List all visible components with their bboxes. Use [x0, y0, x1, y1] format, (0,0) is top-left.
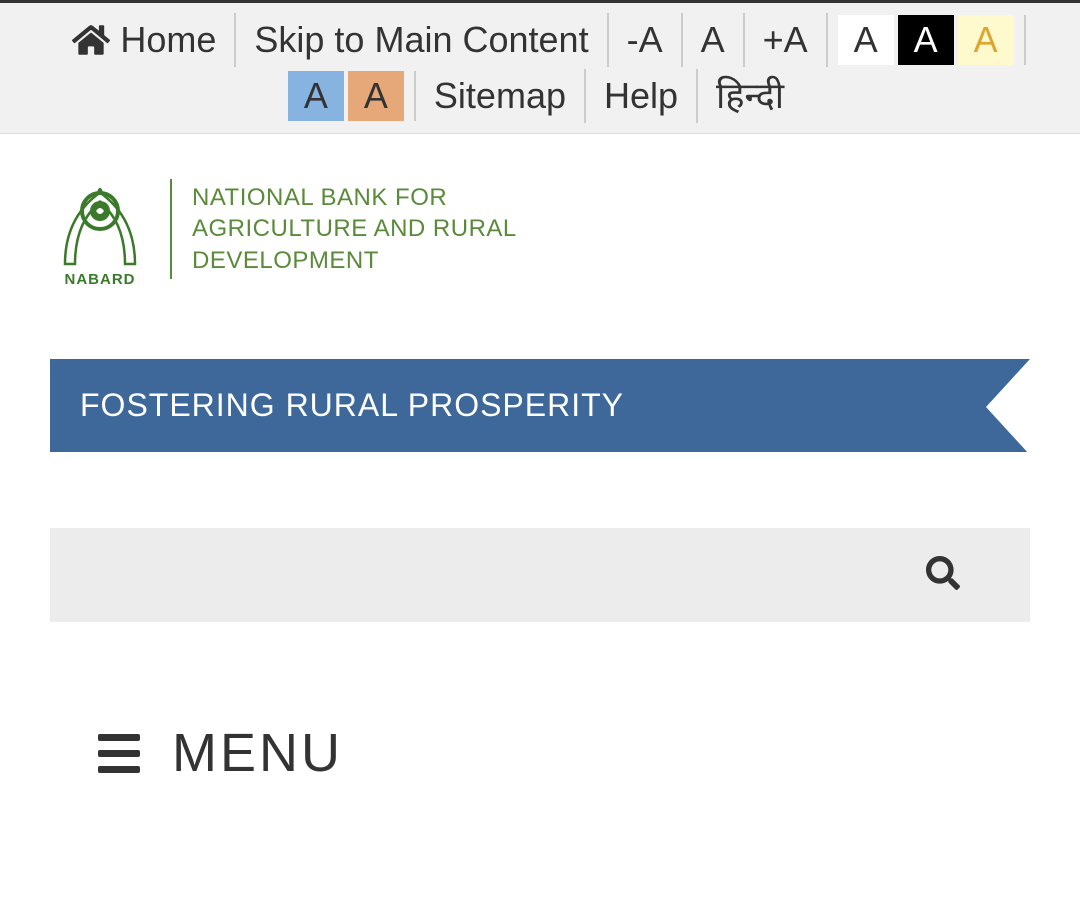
theme-blue-button[interactable]: A	[288, 71, 344, 121]
hamburger-icon	[98, 734, 140, 773]
logo-line1: NATIONAL BANK FOR	[192, 182, 517, 213]
menu-wrapper: MENU	[0, 722, 1080, 784]
theme-group-1: A A A	[828, 15, 1026, 65]
font-increase-button[interactable]: +A	[745, 13, 828, 67]
logo-line3: DEVELOPMENT	[192, 245, 517, 276]
logo-fullname: NATIONAL BANK FOR AGRICULTURE AND RURAL …	[192, 182, 517, 276]
menu-toggle[interactable]: MENU	[50, 722, 1030, 784]
search-wrapper	[0, 528, 1080, 622]
theme-group-2: A A	[278, 71, 416, 121]
search-box[interactable]	[50, 528, 1030, 622]
svg-text:NABARD: NABARD	[65, 271, 136, 288]
font-normal-button[interactable]: A	[683, 13, 745, 67]
sitemap-link[interactable]: Sitemap	[416, 69, 586, 123]
language-toggle[interactable]: हिन्दी	[698, 69, 802, 123]
theme-orange-button[interactable]: A	[348, 71, 404, 121]
home-link[interactable]: Home	[54, 13, 236, 67]
search-icon[interactable]	[926, 556, 960, 595]
menu-label: MENU	[172, 722, 343, 784]
tagline-banner: FOSTERING RURAL PROSPERITY	[50, 359, 1030, 452]
home-icon	[72, 23, 110, 57]
banner-wrapper: FOSTERING RURAL PROSPERITY	[0, 359, 1080, 452]
accessibility-bar: Home Skip to Main Content -A A +A A A A …	[0, 3, 1080, 134]
theme-white-button[interactable]: A	[838, 15, 894, 65]
theme-black-button[interactable]: A	[898, 15, 954, 65]
home-label: Home	[120, 13, 216, 67]
logo-wrapper: NABARD NATIONAL BANK FOR AGRICULTURE AND…	[50, 169, 1030, 289]
help-link[interactable]: Help	[586, 69, 698, 123]
logo-line2: AGRICULTURE AND RURAL	[192, 213, 517, 244]
tagline-text: FOSTERING RURAL PROSPERITY	[80, 387, 624, 423]
logo-divider	[170, 179, 172, 279]
skip-to-main-link[interactable]: Skip to Main Content	[236, 13, 608, 67]
theme-yellow-button[interactable]: A	[958, 15, 1014, 65]
header-section: NABARD NATIONAL BANK FOR AGRICULTURE AND…	[0, 134, 1080, 309]
nabard-logo-icon: NABARD	[50, 169, 150, 289]
font-decrease-button[interactable]: -A	[609, 13, 683, 67]
